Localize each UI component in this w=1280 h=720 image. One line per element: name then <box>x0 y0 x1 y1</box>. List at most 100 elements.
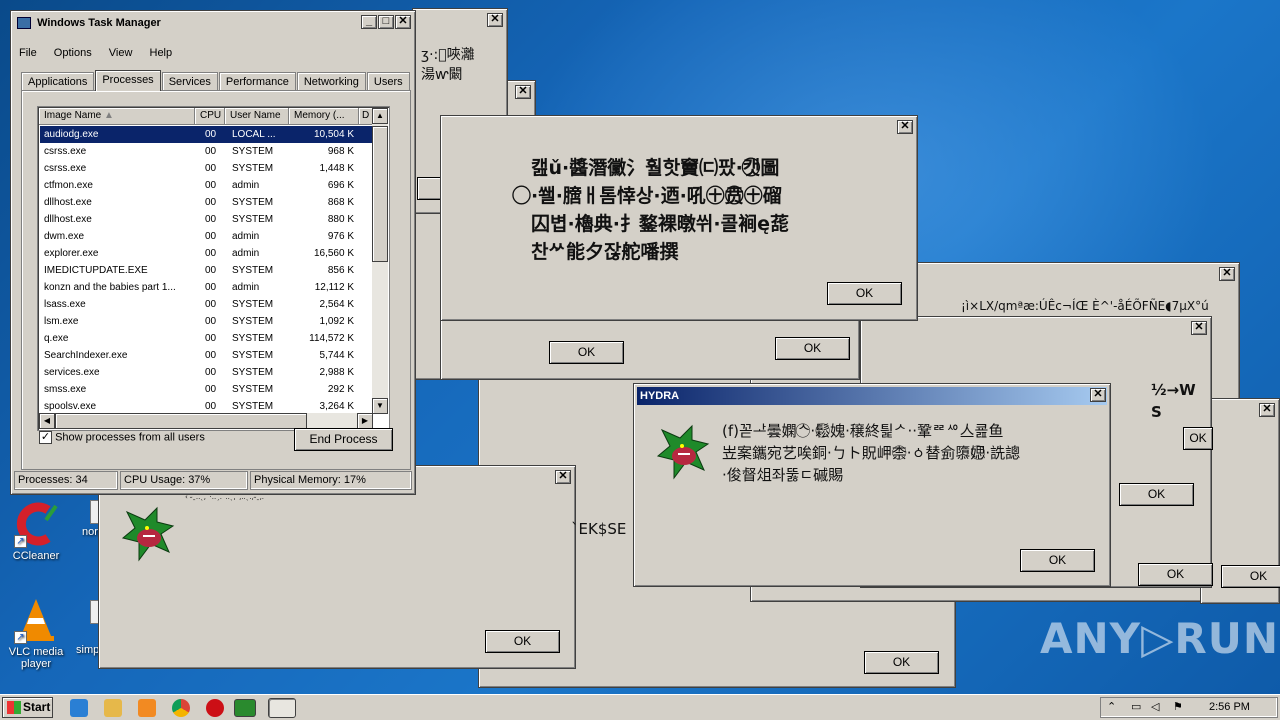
explorer-icon[interactable] <box>104 699 122 717</box>
cell-mem: 5,744 K <box>319 350 354 361</box>
ok-button[interactable]: OK <box>1221 565 1280 588</box>
table-row[interactable]: csrss.exe 00 SYSTEM 968 K <box>40 143 374 160</box>
hydra-dialog[interactable]: HYDRA ✕ (f)꼳ᅶ曇嫻ᄾ⃝·鬆⃝媿·穣終틡ᄼ··鞏ᄙᄵ亼쿒鱼 岦案鑴宛艺… <box>633 383 1111 587</box>
cell-cpu: 00 <box>205 146 217 157</box>
ok-button[interactable]: OK <box>1020 549 1095 572</box>
cell-mem: 12,112 K <box>314 282 354 293</box>
task-manager-window[interactable]: Windows Task Manager _ □ ✕ File Options … <box>10 10 416 495</box>
close-icon[interactable]: ✕ <box>1090 388 1106 402</box>
tray-flag-icon[interactable]: ⚑ <box>1173 698 1183 717</box>
table-row[interactable]: smss.exe 00 SYSTEM 292 K <box>40 381 374 398</box>
close-icon[interactable]: ✕ <box>515 85 531 99</box>
minimize-icon[interactable]: _ <box>361 15 377 29</box>
ok-button[interactable]: OK <box>827 282 902 305</box>
tab-processes[interactable]: Processes <box>95 70 161 91</box>
cell-name: dllhost.exe <box>44 197 92 208</box>
clock[interactable]: 2:56 PM <box>1209 698 1250 717</box>
table-row[interactable]: lsm.exe 00 SYSTEM 1,092 K <box>40 313 374 330</box>
hydra-icon[interactable] <box>234 699 256 717</box>
desktop-icon-vlc[interactable]: ↗ VLC media player <box>0 596 74 670</box>
tab-performance[interactable]: Performance <box>218 72 296 91</box>
cell-user: SYSTEM <box>232 265 274 276</box>
table-row[interactable]: csrss.exe 00 SYSTEM 1,448 K <box>40 160 374 177</box>
end-process-button[interactable]: End Process <box>294 428 393 451</box>
cell-mem: 856 K <box>327 265 354 276</box>
close-icon[interactable]: ✕ <box>1191 321 1207 335</box>
task-manager-icon[interactable] <box>268 698 296 718</box>
cell-name: csrss.exe <box>44 146 87 157</box>
tab-users[interactable]: Users <box>366 72 410 91</box>
column-user-name[interactable]: User Name <box>225 108 289 125</box>
table-row[interactable]: explorer.exe 00 admin 16,560 K <box>40 245 374 262</box>
close-icon[interactable]: ✕ <box>487 13 503 27</box>
ok-button[interactable]: OK <box>775 337 850 360</box>
menu-file[interactable]: File <box>19 47 37 59</box>
ok-button[interactable]: OK <box>864 651 939 674</box>
message-dialog[interactable]: ✕ 캞ǔ·醬潛黴氵훨핫竇㈂팠·캣⃝圖 ⃝·쐘·膪ㅐ톰悻상·迺·吼㊉贲⃝㊉磂 囚볍… <box>440 115 918 321</box>
table-row[interactable]: lsass.exe 00 SYSTEM 2,564 K <box>40 296 374 313</box>
checkbox-label: Show processes from all users <box>55 431 205 444</box>
ok-button[interactable]: OK <box>549 341 624 364</box>
maximize-icon[interactable]: □ <box>378 15 394 29</box>
table-row[interactable]: SearchIndexer.exe 00 SYSTEM 5,744 K <box>40 347 374 364</box>
scroll-thumb[interactable] <box>55 413 307 429</box>
close-icon[interactable]: ✕ <box>1259 403 1275 417</box>
ok-button[interactable]: OK <box>1138 563 1213 586</box>
ie-icon[interactable] <box>70 699 88 717</box>
close-icon[interactable]: ✕ <box>1219 267 1235 281</box>
scroll-right-icon[interactable]: ▶ <box>357 413 373 429</box>
table-row[interactable]: services.exe 00 SYSTEM 2,988 K <box>40 364 374 381</box>
desktop-icon-ccleaner[interactable]: ↗ CCleaner <box>0 500 74 562</box>
ok-button[interactable]: OK <box>485 630 560 653</box>
scroll-thumb[interactable] <box>372 126 388 262</box>
scroll-down-icon[interactable]: ▼ <box>372 398 388 414</box>
column-memory[interactable]: Memory (... <box>289 108 359 125</box>
close-icon[interactable]: ✕ <box>395 15 411 29</box>
status-bar: Processes: 34 CPU Usage: 37% Physical Me… <box>14 471 412 491</box>
dialog-titlebar: HYDRA <box>637 387 1107 405</box>
ok-button[interactable]: OK <box>1183 427 1213 450</box>
menu-help[interactable]: Help <box>150 47 173 59</box>
table-row[interactable]: audiodg.exe 00 LOCAL ... 10,504 K <box>40 126 374 143</box>
ok-button[interactable]: OK <box>1119 483 1194 506</box>
table-row[interactable]: konzn and the babies part 1... 00 admin 12,… <box>40 279 374 296</box>
tray-network-icon[interactable]: ▭ <box>1131 698 1141 717</box>
scroll-left-icon[interactable]: ◀ <box>39 413 55 429</box>
cell-name: services.exe <box>44 367 100 378</box>
table-row[interactable]: q.exe 00 SYSTEM 114,572 K <box>40 330 374 347</box>
menu-options[interactable]: Options <box>54 47 92 59</box>
tab-networking[interactable]: Networking <box>296 72 366 91</box>
media-player-icon[interactable] <box>138 699 156 717</box>
tray-expand-icon[interactable]: ⌃ <box>1107 698 1116 717</box>
table-row[interactable]: ctfmon.exe 00 admin 696 K <box>40 177 374 194</box>
table-row[interactable]: dllhost.exe 00 SYSTEM 868 K <box>40 194 374 211</box>
column-cpu[interactable]: CPU <box>195 108 225 125</box>
scroll-up-icon[interactable]: ▲ <box>372 108 388 124</box>
column-description[interactable]: D <box>359 108 373 125</box>
checkbox-checked-icon[interactable]: ✓ <box>39 431 52 444</box>
table-row[interactable]: dwm.exe 00 admin 976 K <box>40 228 374 245</box>
show-all-processes[interactable]: ✓ Show processes from all users <box>39 431 205 444</box>
message-dialog[interactable]: ✕ ‹ ˶ˍ..ˎ,ˊ·..ˏ.ˋ..ˎ,ˊ,..ˎ.,˶ˍ,. ˋEK$SE … <box>98 465 626 669</box>
cell-cpu: 00 <box>205 163 217 174</box>
table-row[interactable]: IMEDICTUPDATE.EXE 00 SYSTEM 856 K <box>40 262 374 279</box>
cell-mem: 2,988 K <box>319 367 354 378</box>
sort-arrow-icon: ▲ <box>104 110 114 121</box>
tray-volume-icon[interactable]: ◁ <box>1151 698 1159 717</box>
menu-view[interactable]: View <box>109 47 133 59</box>
cell-user: admin <box>232 231 260 242</box>
close-icon[interactable]: ✕ <box>555 470 571 484</box>
tab-services[interactable]: Services <box>161 72 218 91</box>
chrome-icon[interactable] <box>172 699 190 717</box>
tab-applications[interactable]: Applications <box>21 72 95 91</box>
opera-icon[interactable] <box>206 699 224 717</box>
vertical-scrollbar[interactable]: ▲ ▼ <box>372 108 388 414</box>
column-image-name[interactable]: Image Name ▲ <box>39 108 195 125</box>
process-list[interactable]: Image Name ▲ CPU User Name Memory (... D… <box>37 106 390 431</box>
table-row[interactable]: dllhost.exe 00 SYSTEM 880 K <box>40 211 374 228</box>
cell-mem: 696 K <box>327 180 354 191</box>
cell-user: SYSTEM <box>232 350 274 361</box>
start-button[interactable]: Start <box>2 697 53 718</box>
close-icon[interactable]: ✕ <box>897 120 913 134</box>
horizontal-scrollbar[interactable]: ◀ ▶ <box>39 413 373 429</box>
